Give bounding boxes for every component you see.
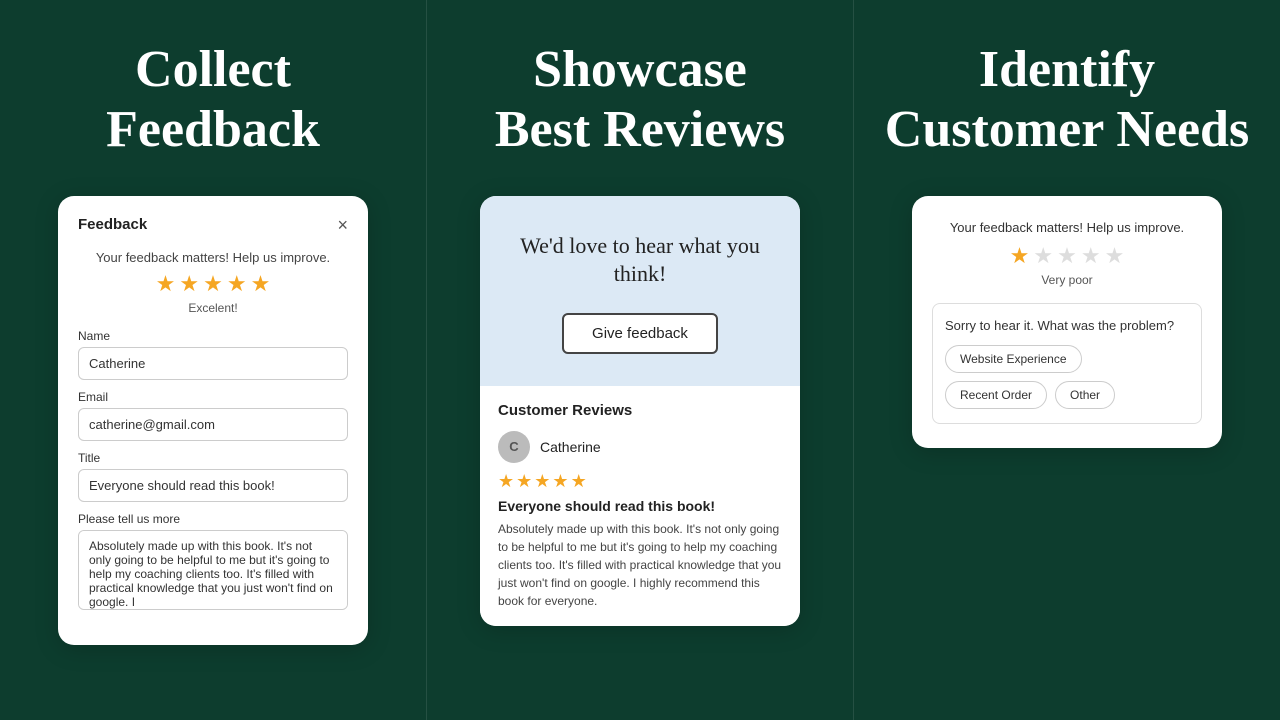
showcase-headline: We'd love to hear what you think! — [508, 232, 772, 289]
panel3-title: IdentifyCustomer Needs — [885, 40, 1249, 160]
close-button[interactable]: × — [337, 216, 348, 234]
review-star-4: ★ — [552, 471, 568, 492]
identify-card: Your feedback matters! Help us improve. … — [912, 196, 1222, 448]
card-header: Feedback × — [78, 216, 348, 234]
feedback-tagline: Your feedback matters! Help us improve. — [78, 250, 348, 265]
reviewer-row: C Catherine — [498, 431, 782, 463]
more-textarea[interactable] — [78, 530, 348, 610]
identify-star-2[interactable]: ★ — [1033, 243, 1053, 269]
tag-website-experience[interactable]: Website Experience — [945, 345, 1082, 373]
showcase-card: We'd love to hear what you think! Give f… — [480, 196, 800, 626]
reviews-section: Customer Reviews C Catherine ★ ★ ★ ★ ★ E… — [480, 386, 800, 626]
reviewer-avatar: C — [498, 431, 530, 463]
title-group: Title — [78, 451, 348, 502]
panel-identify: IdentifyCustomer Needs Your feedback mat… — [853, 0, 1280, 720]
review-star-1: ★ — [498, 471, 514, 492]
panel2-title: ShowcaseBest Reviews — [495, 40, 785, 160]
identify-star-5[interactable]: ★ — [1105, 243, 1125, 269]
email-label: Email — [78, 390, 348, 404]
give-feedback-button[interactable]: Give feedback — [562, 313, 718, 354]
identify-rating-label: Very poor — [932, 273, 1202, 287]
name-group: Name — [78, 329, 348, 380]
review-book-title: Everyone should read this book! — [498, 498, 782, 514]
identify-star-4[interactable]: ★ — [1081, 243, 1101, 269]
rating-label: Excelent! — [78, 301, 348, 315]
name-input[interactable] — [78, 347, 348, 380]
more-group: Please tell us more — [78, 512, 348, 615]
review-stars: ★ ★ ★ ★ ★ — [498, 471, 782, 492]
tag-other[interactable]: Other — [1055, 381, 1115, 409]
review-star-5: ★ — [571, 471, 587, 492]
review-star-2: ★ — [516, 471, 532, 492]
problem-question: Sorry to hear it. What was the problem? — [945, 318, 1189, 333]
panel-collect-feedback: CollectFeedback Feedback × Your feedback… — [0, 0, 426, 720]
problem-box: Sorry to hear it. What was the problem? … — [932, 303, 1202, 424]
identify-tagline: Your feedback matters! Help us improve. — [932, 220, 1202, 235]
identify-star-1[interactable]: ★ — [1010, 243, 1030, 269]
name-label: Name — [78, 329, 348, 343]
tag-recent-order[interactable]: Recent Order — [945, 381, 1047, 409]
star-1[interactable]: ★ — [156, 271, 176, 297]
reviews-title: Customer Reviews — [498, 402, 782, 419]
feedback-card: Feedback × Your feedback matters! Help u… — [58, 196, 368, 645]
stars-row: ★ ★ ★ ★ ★ — [78, 271, 348, 297]
star-3[interactable]: ★ — [203, 271, 223, 297]
reviewer-name: Catherine — [540, 439, 601, 455]
email-input[interactable] — [78, 408, 348, 441]
title-label: Title — [78, 451, 348, 465]
showcase-top: We'd love to hear what you think! Give f… — [480, 196, 800, 386]
star-2[interactable]: ★ — [179, 271, 199, 297]
email-group: Email — [78, 390, 348, 441]
star-4[interactable]: ★ — [227, 271, 247, 297]
review-text: Absolutely made up with this book. It's … — [498, 520, 782, 610]
panel-showcase: ShowcaseBest Reviews We'd love to hear w… — [426, 0, 853, 720]
problem-tags: Website Experience Recent Order Other — [945, 345, 1189, 409]
identify-stars: ★ ★ ★ ★ ★ — [932, 243, 1202, 269]
panel1-title: CollectFeedback — [106, 40, 320, 160]
review-star-3: ★ — [534, 471, 550, 492]
star-5[interactable]: ★ — [251, 271, 271, 297]
feedback-card-title: Feedback — [78, 216, 147, 233]
title-input[interactable] — [78, 469, 348, 502]
identify-star-3[interactable]: ★ — [1057, 243, 1077, 269]
more-label: Please tell us more — [78, 512, 348, 526]
